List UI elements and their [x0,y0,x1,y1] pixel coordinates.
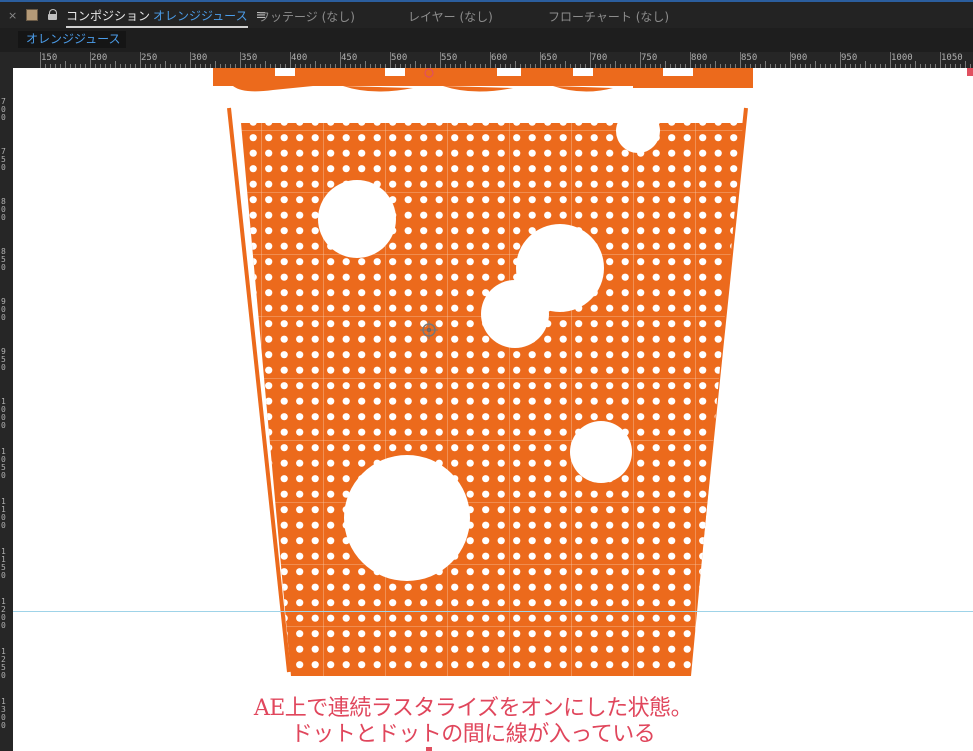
tab-composition[interactable]: コンポジション オレンジジュース [66,2,248,28]
vertical-ruler[interactable]: 700 750 800 850 900 950 1000 1050 1100 1150 1200 12… [0,68,13,751]
horizontal-guide-line[interactable] [13,611,973,612]
ruler-label: 150 [41,53,58,63]
bubble [318,180,396,258]
ruler-minor-tick [865,61,866,68]
ruler-label: 950 [1,347,6,372]
ruler-tick [40,52,41,68]
ruler-label: 1300 [1,697,6,730]
ruler-label: 900 [1,297,6,322]
ruler-label: 650 [541,53,558,63]
ruler-label: 800 [691,53,708,63]
ruler-label: 700 [1,97,6,122]
ruler-tick [790,52,791,68]
orange-cup [227,107,748,676]
ruler-tick [940,52,941,68]
ruler-minor-tick [115,61,116,68]
ruler-label: 1000 [891,53,913,63]
ruler-label: 450 [341,53,358,63]
ruler-tick [240,52,241,68]
composition-panel-tabbar: × コンポジション オレンジジュース ≡ フッテージ (なし) レイヤー (なし… [0,2,973,28]
ruler-label: 400 [291,53,308,63]
tab-layer[interactable]: レイヤー (なし) [408,8,493,25]
ruler-label: 300 [191,53,208,63]
caption-line-2: ドットとドットの間に線が入っている [290,722,656,747]
composition-swatch-icon [26,9,38,21]
ruler-tick [840,52,841,68]
ruler-label: 550 [441,53,458,63]
ruler-tick [590,52,591,68]
composition-breadcrumb-button[interactable]: オレンジジュース [18,31,126,48]
ruler-label: 1050 [941,53,963,63]
ruler-minor-tick [965,61,966,68]
ruler-minor-tick [615,61,616,68]
ruler-label: 750 [1,147,6,172]
lock-icon[interactable] [48,9,58,21]
ruler-label: 1050 [1,447,6,480]
tab-composition-kind: コンポジション [66,8,151,23]
ruler-label: 350 [241,53,258,63]
ruler-tick [140,52,141,68]
ruler-tick [740,52,741,68]
ruler-tick [340,52,341,68]
tab-composition-name: オレンジジュース [153,8,248,23]
close-panel-icon[interactable]: × [8,9,18,22]
ruler-tick [90,52,91,68]
ruler-label: 950 [841,53,858,63]
tab-footage[interactable]: フッテージ (なし) [258,8,355,25]
ruler-tick [540,52,541,68]
bubble [344,455,470,581]
ruler-minor-tick [815,61,816,68]
ruler-label: 1250 [1,647,6,680]
ruler-minor-tick [215,61,216,68]
ruler-minor-tick [465,61,466,68]
tab-flowchart[interactable]: フローチャート (なし) [548,8,669,25]
ruler-tick [490,52,491,68]
headline-fragment [213,68,753,92]
ruler-label: 200 [91,53,108,63]
ruler-tick [440,52,441,68]
ruler-minor-tick [765,61,766,68]
composition-navigator-bar: オレンジジュース [0,28,973,52]
ruler-label: 500 [391,53,408,63]
ruler-minor-tick [315,61,316,68]
ruler-label: 250 [141,53,158,63]
bubble [481,280,549,348]
ruler-minor-tick [565,61,566,68]
ruler-minor-tick [415,61,416,68]
ruler-tick [390,52,391,68]
ruler-label: 800 [1,197,6,222]
ruler-label: 1100 [1,497,6,530]
ruler-tick [290,52,291,68]
ruler-tick [640,52,641,68]
ruler-label: 850 [1,247,6,272]
ruler-label: 600 [491,53,508,63]
ruler-label: 1200 [1,597,6,630]
ruler-minor-tick [265,61,266,68]
ruler-tick [190,52,191,68]
ruler-minor-tick [65,61,66,68]
ruler-minor-tick [365,61,366,68]
ruler-label: 1000 [1,397,6,430]
ruler-tick [890,52,891,68]
ruler-minor-tick [165,61,166,68]
ruler-label: 900 [791,53,808,63]
bubble [570,421,632,483]
ruler-label: 700 [591,53,608,63]
ruler-minor-tick [665,61,666,68]
ruler-label: 750 [641,53,658,63]
ruler-minor-tick [715,61,716,68]
bubble [616,109,660,153]
ruler-label: 1150 [1,547,6,580]
composition-viewer[interactable]: AE上で連続ラスタライズをオンにした状態。 ドットとドットの間に線が入っている [13,68,973,751]
ruler-minor-tick [915,61,916,68]
comp-bottom-marker [426,747,432,751]
juice-cup-artwork [213,68,753,676]
ruler-tick [690,52,691,68]
horizontal-ruler[interactable]: 150 200 250 300 350 400 450 500 550 600 650 700 750 8… [0,52,973,69]
comp-edge-marker [967,68,973,76]
ruler-minor-tick [515,61,516,68]
ruler-label: 850 [741,53,758,63]
